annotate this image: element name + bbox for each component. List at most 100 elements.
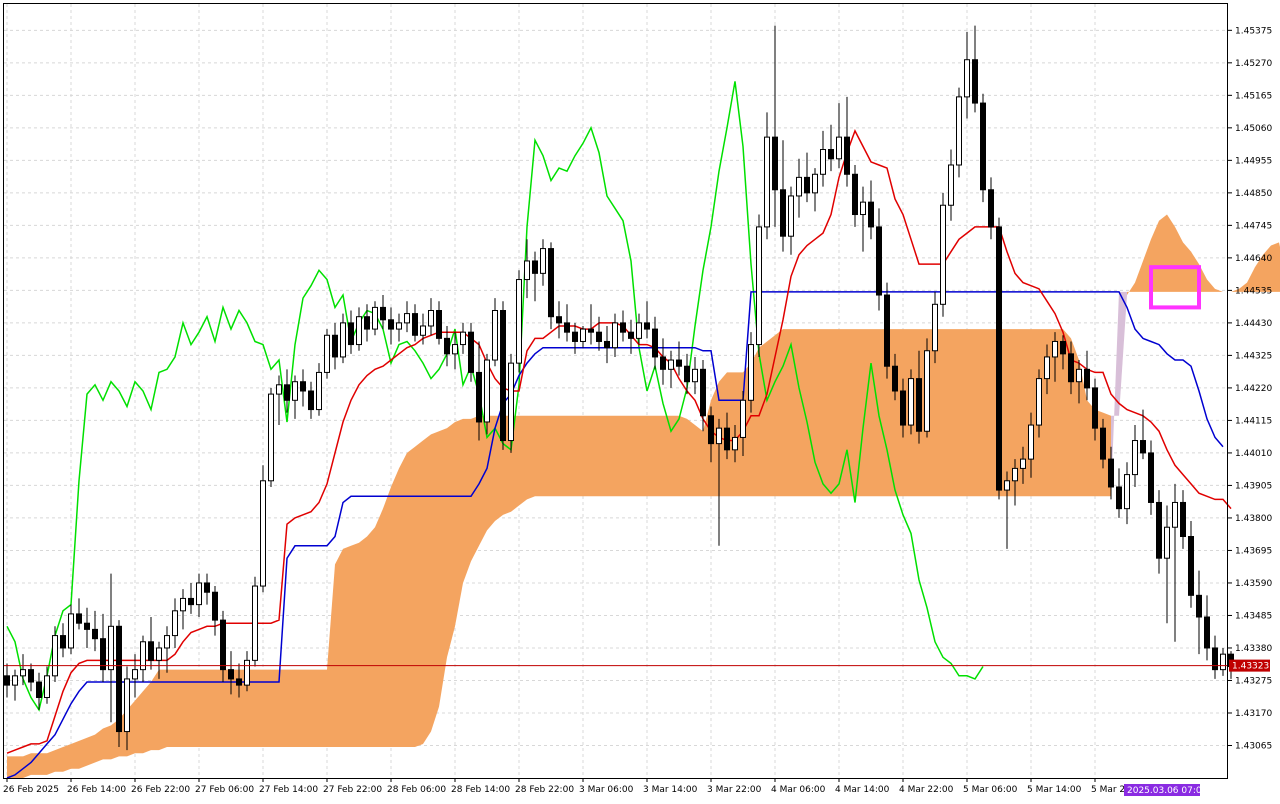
time-tick-label: 3 Mar 06:00 <box>579 785 634 795</box>
candle-bullish <box>460 331 466 346</box>
price-tick-label: 1.44325 <box>1235 351 1272 361</box>
time-tick-label: 27 Feb 22:00 <box>323 785 382 795</box>
candle-bullish <box>372 306 378 330</box>
candle-bearish <box>364 316 370 330</box>
candle-bearish <box>628 331 634 339</box>
candle-bullish <box>636 322 642 339</box>
kumo-segment-bullish <box>943 329 951 497</box>
candle-bearish <box>1196 594 1202 618</box>
kumo-segment-bullish <box>463 418 471 583</box>
candle-bearish <box>876 226 882 296</box>
candle-bearish <box>1100 427 1106 460</box>
time-tick-label: 26 Feb 14:00 <box>67 785 126 795</box>
kumo-segment-bullish <box>31 753 39 775</box>
price-tick-label: 1.44640 <box>1235 254 1272 264</box>
candle-bearish <box>60 635 66 649</box>
candle-bearish <box>684 365 690 383</box>
candle-bullish <box>508 362 514 442</box>
candle-bearish <box>564 322 570 333</box>
kumo-segment-bullish <box>799 329 807 497</box>
candle-bearish <box>444 337 450 355</box>
kumo-segment-bullish <box>823 329 831 497</box>
candle-bearish <box>1060 340 1066 355</box>
candle-bullish <box>732 436 738 451</box>
ichimoku-candlestick-chart[interactable]: 1.45375 1.45270 1.45165 1.45060 1.44955 1.448… <box>0 0 1280 800</box>
kumo-segment-bullish <box>279 669 287 748</box>
candle-bearish <box>308 390 314 411</box>
kumo-segment-bullish <box>671 415 679 497</box>
kumo-segment-bullish <box>383 486 391 748</box>
candle-bullish <box>276 384 282 395</box>
candle-bearish <box>76 613 82 624</box>
candle-bearish <box>556 316 562 324</box>
kumo-segment-bullish <box>615 415 623 497</box>
candle-bullish <box>396 322 402 330</box>
candle-bullish <box>524 260 530 281</box>
candle-bearish <box>116 625 122 733</box>
candle-bearish <box>644 322 650 330</box>
time-tick-label: 26 Feb 2025 <box>3 785 59 795</box>
price-tick-label: 1.44115 <box>1235 416 1272 426</box>
kumo-segment-bullish <box>591 415 599 497</box>
candle-bullish <box>260 480 266 587</box>
time-tick-label: 4 Mar 14:00 <box>835 785 890 795</box>
candle-bullish <box>1172 501 1178 528</box>
candle-bullish <box>580 328 586 342</box>
candle-bullish <box>1220 653 1226 671</box>
candle-bearish <box>1092 387 1098 429</box>
candle-bearish <box>476 371 482 423</box>
time-tick-label: 5 Mar 06:00 <box>963 785 1018 795</box>
kumo-segment-bullish <box>1271 242 1279 292</box>
candle-bearish <box>212 591 218 621</box>
time-marker-tag: 2025.03.06 07:00 <box>1124 784 1208 796</box>
candle-bullish <box>252 585 258 661</box>
candle-bullish <box>692 368 698 383</box>
candle-bearish <box>348 322 354 346</box>
candle-bullish <box>836 136 842 160</box>
candle-bullish <box>1004 480 1010 491</box>
time-tick-label: 26 Feb 22:00 <box>131 785 190 795</box>
kumo-segment-bullish <box>831 329 839 497</box>
candle-bullish <box>820 149 826 175</box>
kumo-segment-bullish <box>423 434 431 744</box>
candle-bullish <box>540 248 546 274</box>
kumo-segment-bullish <box>583 415 591 497</box>
candle-bullish <box>1076 368 1082 383</box>
candle-bullish <box>52 635 58 677</box>
price-tick-label: 1.44010 <box>1235 449 1272 459</box>
kumo-segment-bullish <box>695 425 703 497</box>
kumo-segment-bullish <box>679 415 687 497</box>
candle-bearish <box>1148 452 1154 503</box>
time-marker-label: 2025.03.06 07:00 <box>1127 786 1208 796</box>
candle-bearish <box>852 173 858 216</box>
candle-bearish <box>100 638 106 671</box>
price-tick-label: 1.45060 <box>1235 124 1272 134</box>
kumo-segment-bullish <box>335 548 343 748</box>
candle-bearish <box>4 675 10 686</box>
candle-bearish <box>868 201 874 228</box>
kumo-segment-bullish <box>631 415 639 497</box>
kumo-segment-bullish <box>647 415 655 497</box>
price-tick-label: 1.44745 <box>1235 221 1272 231</box>
candle-bullish <box>428 310 434 327</box>
candle-bullish <box>20 669 26 677</box>
candle-bullish <box>740 399 746 438</box>
kumo-segment-bullish <box>391 468 399 748</box>
candle-bullish <box>612 322 618 349</box>
time-tick-label: 4 Mar 06:00 <box>771 785 826 795</box>
candle-bearish <box>1140 440 1146 454</box>
candle-bearish <box>92 628 98 640</box>
kumo-segment-bullish <box>55 747 63 772</box>
candle-bullish <box>908 378 914 426</box>
chart[interactable]: 1.45375 1.45270 1.45165 1.45060 1.44955 1.448… <box>0 0 1280 800</box>
kumo-segment-bullish <box>623 415 631 497</box>
candle-bullish <box>316 371 322 411</box>
candle-bearish <box>148 641 154 661</box>
kumo-segment-bullish <box>63 743 71 772</box>
kumo-segment-bullish <box>287 669 295 748</box>
candle-bearish <box>916 378 922 432</box>
kumo-segment-bullish <box>839 329 847 497</box>
candle-bullish <box>484 359 490 423</box>
candle-bullish <box>420 325 426 336</box>
time-tick-label: 3 Mar 22:00 <box>707 785 762 795</box>
